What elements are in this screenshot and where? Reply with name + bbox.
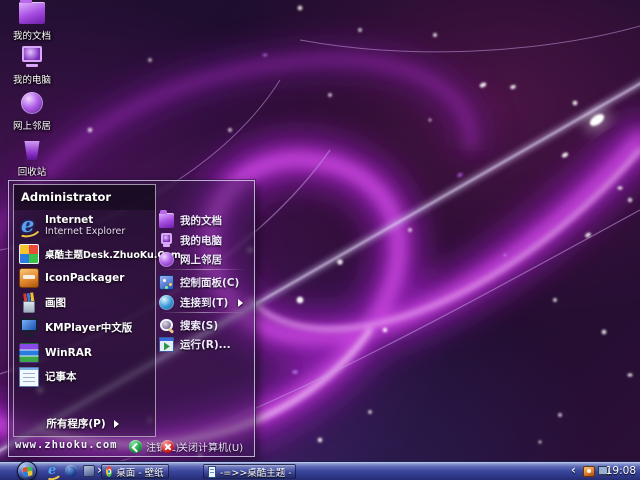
desktop-icon-network-places[interactable]: 网上邻居 xyxy=(6,92,58,132)
desktop-icon-label: 我的文档 xyxy=(6,31,58,42)
network-places-icon xyxy=(21,92,43,114)
all-programs-label: 所有程序(P) xyxy=(46,416,105,431)
menu-item-sublabel: Internet Explorer xyxy=(45,226,125,238)
user-name: Administrator xyxy=(14,185,155,210)
document-task-icon xyxy=(208,466,216,478)
tray-collapse-chevron-icon[interactable]: ‹ xyxy=(571,463,576,477)
menu-item-paint[interactable]: 画图 xyxy=(19,291,152,314)
my-computer-icon xyxy=(159,233,174,248)
security-agent-icon[interactable] xyxy=(583,466,595,477)
browser-task-icon xyxy=(106,466,112,477)
menu-item-my-computer[interactable]: 我的电脑 xyxy=(159,231,249,250)
zhuoku-website-link[interactable]: www.zhuoku.com xyxy=(15,439,118,451)
all-programs-button[interactable]: 所有程序(P) xyxy=(14,414,155,433)
menu-item-label: 我的电脑 xyxy=(180,233,222,248)
menu-item-label: 搜索(S) xyxy=(180,318,218,333)
start-menu: Administrator Internet Internet Explorer… xyxy=(8,180,255,457)
menu-item-label: IconPackager xyxy=(45,272,124,284)
menu-item-control-panel[interactable]: 控制面板(C) xyxy=(159,273,249,292)
menu-item-label: KMPlayer中文版 xyxy=(45,320,132,335)
submenu-arrow-icon xyxy=(114,420,123,428)
quick-launch-show-desktop-icon[interactable] xyxy=(83,465,95,477)
task-button-label: 桌面 - 壁纸 - 桌酷... xyxy=(116,465,164,479)
quick-launch-internet-explorer-icon[interactable] xyxy=(47,465,59,477)
menu-item-run[interactable]: 运行(R)... xyxy=(159,335,249,354)
menu-item-label: 控制面板(C) xyxy=(180,275,239,290)
submenu-arrow-icon xyxy=(238,299,247,307)
run-icon xyxy=(159,337,174,352)
search-icon xyxy=(159,318,174,333)
start-menu-pinned-panel: Administrator Internet Internet Explorer… xyxy=(13,184,156,437)
notepad-icon xyxy=(19,367,39,387)
menu-item-label: 我的文档 xyxy=(180,213,222,228)
menu-item-my-documents[interactable]: 我的文档 xyxy=(159,211,249,230)
task-button-label: -=>>桌酷主题 - Mi... xyxy=(220,465,291,479)
logoff-icon xyxy=(129,440,142,453)
quick-launch-msn-globe-icon[interactable] xyxy=(65,465,77,477)
taskbar-clock[interactable]: 19:08 xyxy=(606,465,636,477)
menu-item-label: 网上邻居 xyxy=(180,252,222,267)
my-documents-icon xyxy=(159,213,174,228)
shutdown-label: 关闭计算机(U) xyxy=(178,439,243,454)
control-panel-icon xyxy=(159,275,174,290)
menu-item-search[interactable]: 搜索(S) xyxy=(159,316,249,335)
desktop-icon-my-documents[interactable]: 我的文档 xyxy=(6,2,58,42)
desktop-icon-label: 网上邻居 xyxy=(6,121,58,132)
menu-item-winrar[interactable]: WinRAR xyxy=(19,341,152,364)
desktop-icon-my-computer[interactable]: 我的电脑 xyxy=(6,46,58,86)
desktop: 我的文档 我的电脑 网上邻居 回收站 Administrator Interne… xyxy=(0,0,640,480)
desktop-icon-label: 我的电脑 xyxy=(6,75,58,86)
menu-item-internet[interactable]: Internet Internet Explorer xyxy=(19,212,152,240)
my-computer-icon xyxy=(19,46,45,68)
shutdown-button[interactable]: 关闭计算机(U) xyxy=(161,438,243,455)
menu-item-label: 连接到(T) xyxy=(180,295,228,310)
network-places-icon xyxy=(159,252,174,267)
start-menu-footer: www.zhuoku.com 注销(L) 关闭计算机(U) xyxy=(9,437,254,456)
menu-item-label: 记事本 xyxy=(45,369,77,384)
menu-item-iconpackager[interactable]: IconPackager xyxy=(19,266,152,289)
connect-to-icon xyxy=(159,295,174,310)
menu-item-label: 运行(R)... xyxy=(180,337,231,352)
taskbar: › 桌面 - 壁纸 - 桌酷... -=>>桌酷主题 - Mi... ‹ 19:… xyxy=(0,461,640,480)
internet-explorer-icon xyxy=(19,216,39,236)
shutdown-icon xyxy=(161,440,174,453)
menu-item-kmplayer[interactable]: KMPlayer中文版 xyxy=(19,316,152,339)
menu-item-label: 画图 xyxy=(45,295,66,310)
paint-icon xyxy=(19,293,39,313)
desktop-icon-label: 回收站 xyxy=(6,167,58,178)
winrar-icon xyxy=(19,343,39,363)
menu-item-connect-to[interactable]: 连接到(T) xyxy=(159,293,249,312)
start-button[interactable] xyxy=(17,461,37,480)
desktop-icon-recycle-bin[interactable]: 回收站 xyxy=(6,138,58,178)
my-documents-icon xyxy=(19,2,45,24)
menu-item-notepad[interactable]: 记事本 xyxy=(19,365,152,388)
zhuoku-theme-icon xyxy=(19,244,39,264)
task-button-wallpaper-page[interactable]: 桌面 - 壁纸 - 桌酷... xyxy=(101,464,169,479)
iconpackager-icon xyxy=(19,268,39,288)
kmplayer-icon xyxy=(19,318,39,338)
recycle-bin-icon xyxy=(21,138,43,160)
menu-divider xyxy=(161,269,246,270)
menu-item-zhuoku-theme[interactable]: 桌酷主题Desk.ZhuoKu.Com xyxy=(19,242,152,265)
menu-item-network-places[interactable]: 网上邻居 xyxy=(159,250,249,269)
menu-item-label: Internet xyxy=(45,214,125,226)
task-button-zhuoku-theme[interactable]: -=>>桌酷主题 - Mi... xyxy=(203,464,296,479)
menu-divider xyxy=(161,312,246,313)
menu-item-label: WinRAR xyxy=(45,347,92,359)
